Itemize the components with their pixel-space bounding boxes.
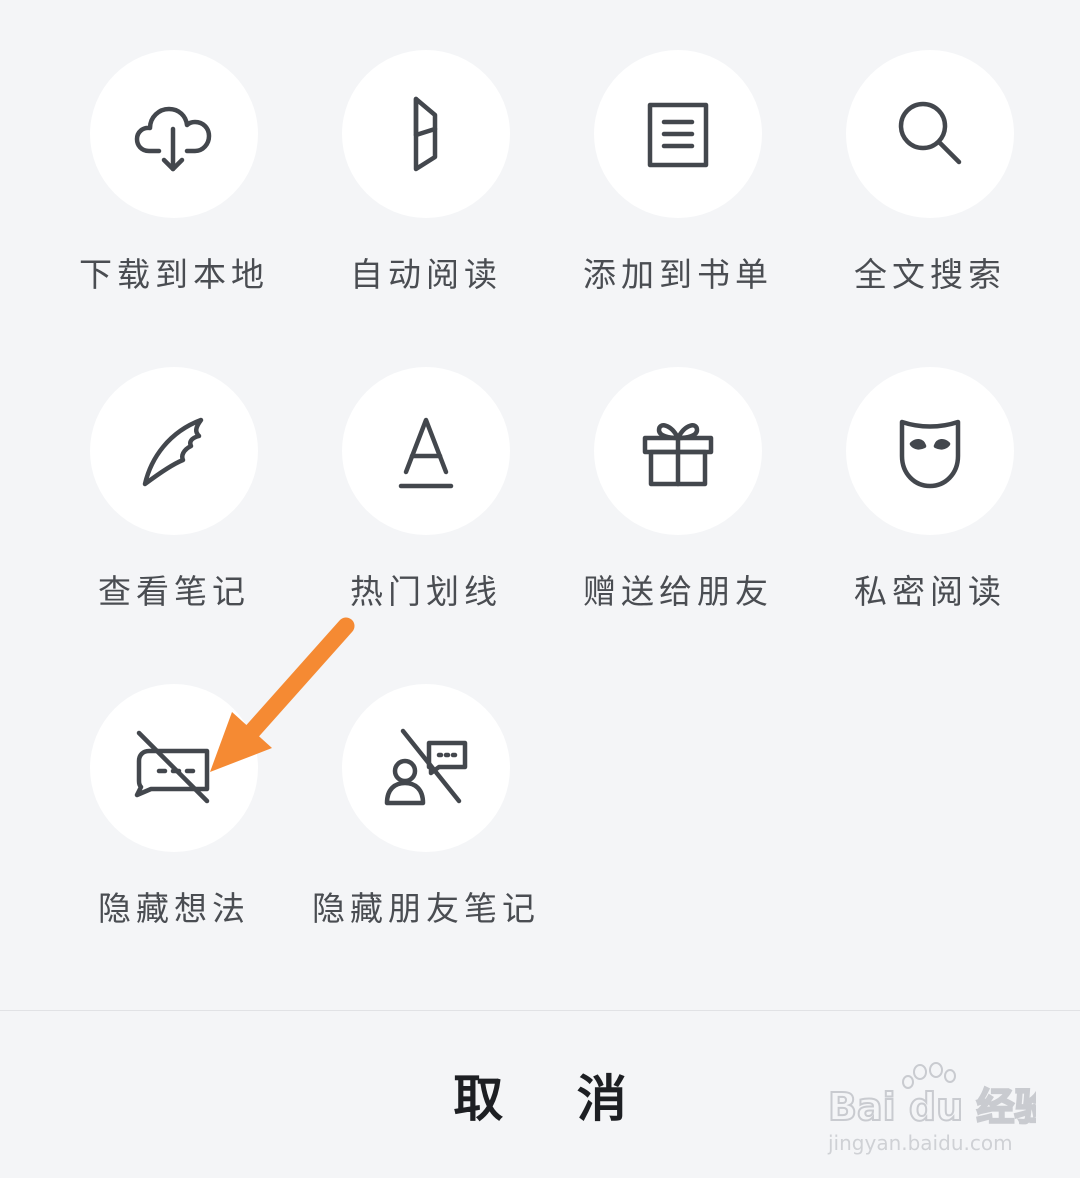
auto-read-label: 自动阅读 — [350, 255, 502, 294]
hide-thoughts-circle — [90, 684, 258, 852]
underline-a-icon — [398, 417, 454, 489]
fulltext-search-label: 全文搜索 — [854, 255, 1006, 294]
view-notes-item[interactable]: 查看笔记 — [48, 367, 300, 613]
baidu-jingyan-watermark: Bai du 经验 jingyan.baidu.com — [827, 1062, 1036, 1155]
quill-icon — [142, 417, 204, 487]
hide-friend-notes-item[interactable]: 隐藏朋友笔记 — [300, 684, 552, 930]
cloud-download-icon — [134, 106, 212, 172]
watermark-brand: Bai du 经验 — [828, 1085, 1036, 1129]
gift-to-friend-item[interactable]: 赠送给朋友 — [552, 367, 804, 613]
view-notes-label: 查看笔记 — [98, 572, 250, 611]
hide-comment-icon — [134, 730, 210, 804]
hide-friend-notes-icon — [384, 728, 468, 806]
gift-to-friend-label: 赠送给朋友 — [583, 572, 773, 611]
fulltext-search-item[interactable]: 全文搜索 — [804, 50, 1056, 296]
popular-underline-item[interactable]: 热门划线 — [300, 367, 552, 613]
fulltext-search-circle — [846, 50, 1014, 218]
watermark-url: jingyan.baidu.com — [827, 1131, 1013, 1155]
auto-read-item[interactable]: 自动阅读 — [300, 50, 552, 296]
add-to-booklist-label: 添加到书单 — [583, 255, 773, 294]
gift-to-friend-circle — [594, 367, 762, 535]
gift-icon — [642, 423, 714, 487]
hide-thoughts-item[interactable]: 隐藏想法 — [48, 684, 300, 930]
popular-underline-circle — [342, 367, 510, 535]
page-turn-icon — [413, 96, 438, 172]
view-notes-circle — [90, 367, 258, 535]
download-local-label: 下载到本地 — [79, 255, 269, 294]
book-list-icon — [647, 102, 709, 168]
hide-friend-notes-label: 隐藏朋友笔记 — [312, 889, 540, 928]
action-sheet-grid: 下载到本地 自动阅读 添加到书单 全文搜索 查看笔记 热门划线 赠送给朋友 私密… — [0, 0, 1080, 1010]
private-reading-label: 私密阅读 — [854, 572, 1006, 611]
mask-icon — [899, 419, 961, 489]
hide-thoughts-label: 隐藏想法 — [98, 889, 250, 928]
private-reading-circle — [846, 367, 1014, 535]
search-icon — [898, 101, 962, 165]
cancel-label: 取 消 — [453, 1069, 655, 1128]
download-local-circle — [90, 50, 258, 218]
add-to-booklist-circle — [594, 50, 762, 218]
download-local-item[interactable]: 下载到本地 — [48, 50, 300, 296]
auto-read-circle — [342, 50, 510, 218]
private-reading-item[interactable]: 私密阅读 — [804, 367, 1056, 613]
popular-underline-label: 热门划线 — [350, 572, 502, 611]
hide-friend-notes-circle — [342, 684, 510, 852]
add-to-booklist-item[interactable]: 添加到书单 — [552, 50, 804, 296]
